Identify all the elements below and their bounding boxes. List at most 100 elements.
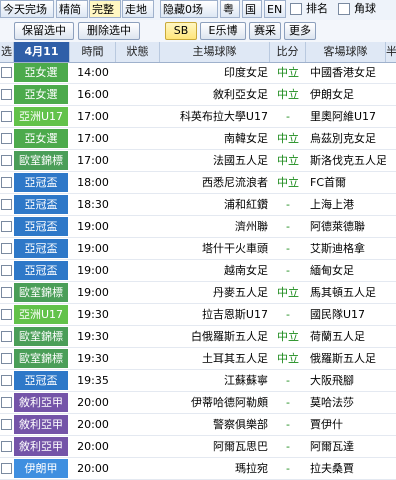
away-team[interactable]: 中國香港女足 bbox=[306, 62, 386, 83]
home-team[interactable]: 法國五人足 bbox=[160, 150, 270, 171]
league-badge[interactable]: 亞冠盃 bbox=[14, 371, 68, 390]
lang-mandarin[interactable]: 国 bbox=[242, 0, 262, 18]
league-badge[interactable]: 亞冠盃 bbox=[14, 173, 68, 192]
home-team[interactable]: 南韓女足 bbox=[160, 128, 270, 149]
live-tab[interactable]: 走地 bbox=[122, 0, 154, 18]
league-badge[interactable]: 亞洲U17 bbox=[14, 107, 68, 126]
table-row[interactable]: 歐室錦標 19:00 丹麥五人足 中立 馬其頓五人足 bbox=[0, 282, 396, 304]
lang-english[interactable]: EN bbox=[264, 0, 286, 18]
away-team[interactable]: 阿爾瓦達 bbox=[306, 436, 386, 457]
hidden-count-button[interactable]: 隐藏0场 bbox=[160, 0, 218, 18]
row-select-checkbox[interactable] bbox=[1, 111, 12, 122]
league-badge[interactable]: 歐室錦標 bbox=[14, 349, 68, 368]
full-mode-tab[interactable]: 完整 bbox=[89, 0, 121, 18]
league-badge[interactable]: 伊朗甲 bbox=[14, 459, 68, 478]
row-select-checkbox[interactable] bbox=[1, 463, 12, 474]
table-row[interactable]: 亞冠盃 19:00 越南女足 - 緬甸女足 bbox=[0, 260, 396, 282]
away-team[interactable]: 上海上港 bbox=[306, 194, 386, 215]
table-row[interactable]: 亞冠盃 19:35 江蘇蘇寧 - 大阪飛腳 bbox=[0, 370, 396, 392]
row-select-checkbox[interactable] bbox=[1, 89, 12, 100]
home-team[interactable]: 塔什干火車頭 bbox=[160, 238, 270, 259]
more-button[interactable]: 更多 bbox=[284, 22, 316, 40]
row-select-checkbox[interactable] bbox=[1, 67, 12, 78]
league-badge[interactable]: 亞冠盃 bbox=[14, 239, 68, 258]
finished-today-tab[interactable]: 今天完场 bbox=[0, 0, 54, 18]
league-badge[interactable]: 歐室錦標 bbox=[14, 283, 68, 302]
home-team[interactable]: 丹麥五人足 bbox=[160, 282, 270, 303]
away-team[interactable]: 大阪飛腳 bbox=[306, 370, 386, 391]
table-row[interactable]: 亞冠盃 18:30 浦和紅鑽 - 上海上港 bbox=[0, 194, 396, 216]
league-badge[interactable]: 敘利亞甲 bbox=[14, 393, 68, 412]
home-team[interactable]: 土耳其五人足 bbox=[160, 348, 270, 369]
row-select-checkbox[interactable] bbox=[1, 375, 12, 386]
lang-cantonese[interactable]: 粤 bbox=[220, 0, 240, 18]
league-badge[interactable]: 亞冠盃 bbox=[14, 217, 68, 236]
table-row[interactable]: 歐室錦標 19:30 白俄羅斯五人足 中立 荷蘭五人足 bbox=[0, 326, 396, 348]
row-select-checkbox[interactable] bbox=[1, 397, 12, 408]
league-badge[interactable]: 亞女選 bbox=[14, 129, 68, 148]
away-team[interactable]: 賈伊什 bbox=[306, 414, 386, 435]
home-team[interactable]: 白俄羅斯五人足 bbox=[160, 326, 270, 347]
league-badge[interactable]: 亞洲U17 bbox=[14, 305, 68, 324]
away-team[interactable]: 伊朗女足 bbox=[306, 84, 386, 105]
table-row[interactable]: 敘利亞甲 20:00 阿爾瓦思巴 - 阿爾瓦達 bbox=[0, 436, 396, 458]
away-team[interactable]: 俄羅斯五人足 bbox=[306, 348, 386, 369]
row-select-checkbox[interactable] bbox=[1, 287, 12, 298]
e-lebo-button[interactable]: E乐博 bbox=[200, 22, 246, 40]
table-row[interactable]: 敘利亞甲 20:00 伊蒂哈德阿勒頗 - 莫哈法莎 bbox=[0, 392, 396, 414]
row-select-checkbox[interactable] bbox=[1, 199, 12, 210]
home-team[interactable]: 科英布拉大學U17 bbox=[160, 106, 270, 127]
league-badge[interactable]: 亞女選 bbox=[14, 63, 68, 82]
row-select-checkbox[interactable] bbox=[1, 243, 12, 254]
away-team[interactable]: 艾斯迪格拿 bbox=[306, 238, 386, 259]
home-team[interactable]: 江蘇蘇寧 bbox=[160, 370, 270, 391]
table-row[interactable]: 亞洲U17 19:30 拉吉恩斯U17 - 國民隊U17 bbox=[0, 304, 396, 326]
home-team[interactable]: 浦和紅鑽 bbox=[160, 194, 270, 215]
table-row[interactable]: 敘利亞甲 20:00 警察俱樂部 - 賈伊什 bbox=[0, 414, 396, 436]
away-team[interactable]: FC首爾 bbox=[306, 172, 386, 193]
away-team[interactable]: 斯洛伐克五人足 bbox=[306, 150, 386, 171]
saicai-button[interactable]: 赛采 bbox=[249, 22, 281, 40]
league-badge[interactable]: 亞冠盃 bbox=[14, 195, 68, 214]
away-team[interactable]: 拉夫桑賈 bbox=[306, 458, 386, 479]
table-row[interactable]: 歐室錦標 17:00 法國五人足 中立 斯洛伐克五人足 bbox=[0, 150, 396, 172]
table-row[interactable]: 亞女選 16:00 敘利亞女足 中立 伊朗女足 bbox=[0, 84, 396, 106]
table-row[interactable]: 亞冠盃 19:00 濟州聯 - 阿德萊德聯 bbox=[0, 216, 396, 238]
home-team[interactable]: 西悉尼流浪者 bbox=[160, 172, 270, 193]
away-team[interactable]: 國民隊U17 bbox=[306, 304, 386, 325]
simple-mode-tab[interactable]: 精简 bbox=[56, 0, 88, 18]
row-select-checkbox[interactable] bbox=[1, 331, 12, 342]
home-team[interactable]: 印度女足 bbox=[160, 62, 270, 83]
table-row[interactable]: 歐室錦標 19:30 土耳其五人足 中立 俄羅斯五人足 bbox=[0, 348, 396, 370]
league-badge[interactable]: 亞女選 bbox=[14, 85, 68, 104]
row-select-checkbox[interactable] bbox=[1, 177, 12, 188]
away-team[interactable]: 緬甸女足 bbox=[306, 260, 386, 281]
home-team[interactable]: 警察俱樂部 bbox=[160, 414, 270, 435]
row-select-checkbox[interactable] bbox=[1, 309, 12, 320]
league-badge[interactable]: 歐室錦標 bbox=[14, 327, 68, 346]
home-team[interactable]: 瑪拉宛 bbox=[160, 458, 270, 479]
row-select-checkbox[interactable] bbox=[1, 441, 12, 452]
away-team[interactable]: 里奧阿維U17 bbox=[306, 106, 386, 127]
league-badge[interactable]: 亞冠盃 bbox=[14, 261, 68, 280]
away-team[interactable]: 莫哈法莎 bbox=[306, 392, 386, 413]
away-team[interactable]: 荷蘭五人足 bbox=[306, 326, 386, 347]
league-badge[interactable]: 敘利亞甲 bbox=[14, 415, 68, 434]
home-team[interactable]: 拉吉恩斯U17 bbox=[160, 304, 270, 325]
sb-button[interactable]: SB bbox=[165, 22, 197, 40]
league-badge[interactable]: 敘利亞甲 bbox=[14, 437, 68, 456]
row-select-checkbox[interactable] bbox=[1, 419, 12, 430]
ranking-checkbox[interactable] bbox=[290, 3, 302, 15]
away-team[interactable]: 馬其頓五人足 bbox=[306, 282, 386, 303]
corner-checkbox[interactable] bbox=[338, 3, 350, 15]
header-date[interactable]: 4月11 bbox=[14, 42, 70, 62]
table-row[interactable]: 亞洲U17 17:00 科英布拉大學U17 - 里奧阿維U17 bbox=[0, 106, 396, 128]
row-select-checkbox[interactable] bbox=[1, 265, 12, 276]
table-row[interactable]: 亞女選 14:00 印度女足 中立 中國香港女足 bbox=[0, 62, 396, 84]
keep-selected-button[interactable]: 保留选中 bbox=[14, 22, 74, 40]
table-row[interactable]: 亞女選 17:00 南韓女足 中立 烏茲別克女足 bbox=[0, 128, 396, 150]
home-team[interactable]: 伊蒂哈德阿勒頗 bbox=[160, 392, 270, 413]
league-badge[interactable]: 歐室錦標 bbox=[14, 151, 68, 170]
row-select-checkbox[interactable] bbox=[1, 133, 12, 144]
table-row[interactable]: 亞冠盃 19:00 塔什干火車頭 - 艾斯迪格拿 bbox=[0, 238, 396, 260]
